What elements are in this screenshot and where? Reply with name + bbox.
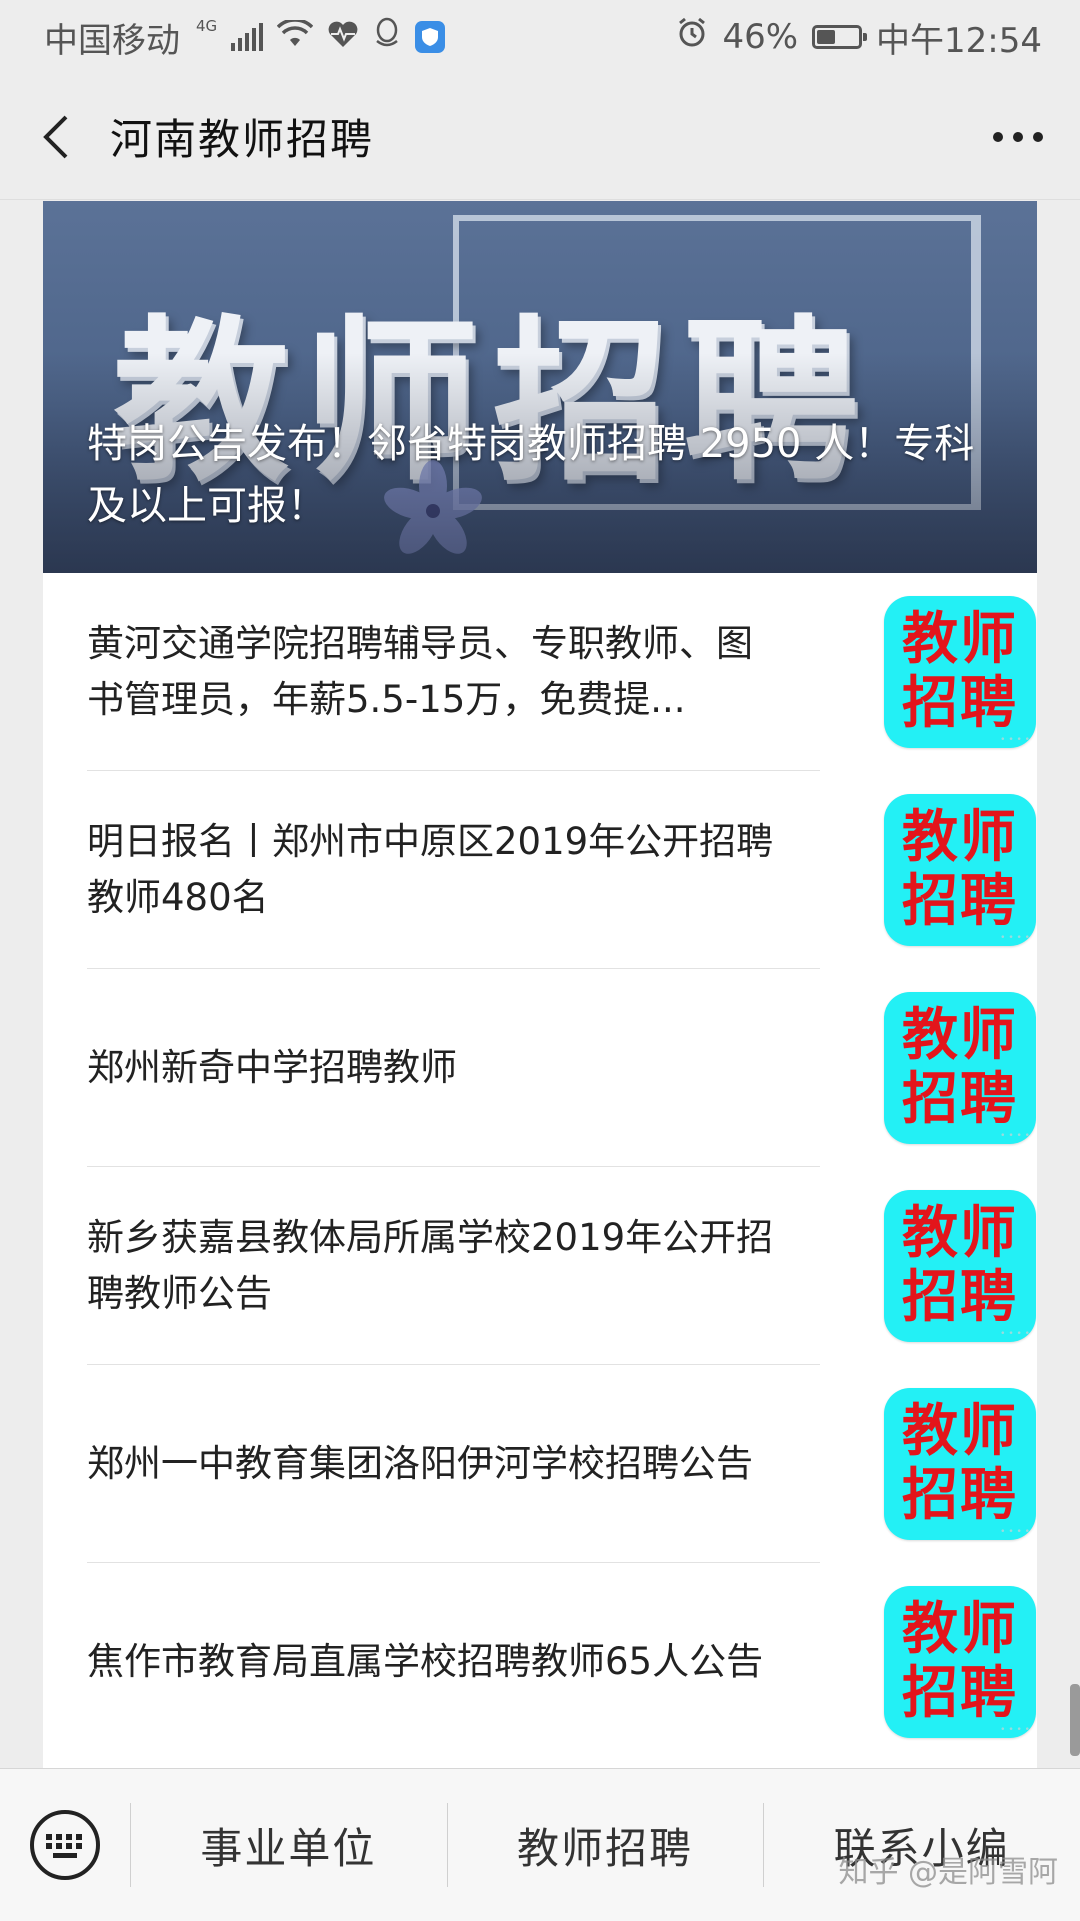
signal-icon (231, 23, 264, 51)
thumbnail-line-1: 教师 (902, 1201, 1018, 1266)
thumbnail-watermark: • • • • (1000, 1725, 1030, 1735)
health-heart-icon (327, 17, 359, 57)
article-title: 黄河交通学院招聘辅导员、专职教师、图书管理员，年薪5.5-15万，免费提... (87, 622, 753, 721)
thumbnail-watermark: • • • • (1000, 1527, 1030, 1537)
thumbnail-line-2: 招聘 (902, 869, 1018, 934)
keyboard-toggle-button[interactable] (0, 1769, 130, 1921)
thumbnail-line-2: 招聘 (902, 1067, 1018, 1132)
thumbnail-line-1: 教师 (902, 607, 1018, 672)
more-button[interactable] (992, 74, 1044, 199)
article-list-item[interactable]: 焦作市教育局直属学校招聘教师65人公告 教师 招聘 • • • • (87, 1563, 1037, 1761)
page-title: 河南教师招聘 (110, 115, 375, 164)
thumbnail-line-2: 招聘 (902, 1661, 1018, 1726)
article-title: 新乡获嘉县教体局所属学校2019年公开招聘教师公告 (87, 1216, 774, 1315)
back-button[interactable] (0, 74, 110, 199)
cover-article-title: 特岗公告发布！邻省特岗教师招聘 2950 人！专科及以上可报！ (87, 421, 975, 529)
keyboard-icon (30, 1810, 100, 1880)
article-list-item[interactable]: 明日报名丨郑州市中原区2019年公开招聘教师480名 教师 招聘 • • • • (87, 771, 1037, 969)
thumbnail-watermark: • • • • (1000, 1329, 1030, 1339)
article-title: 郑州一中教育集团洛阳伊河学校招聘公告 (87, 1442, 753, 1485)
article-list-card: 教师招聘 特岗公告发布！邻省特岗教师招聘 2950 人！专科及以上可报！ 黄河交… (43, 201, 1037, 1768)
article-thumbnail: 教师 招聘 • • • • (884, 1190, 1036, 1342)
thumbnail-line-1: 教师 (902, 1399, 1018, 1464)
article-thumbnail: 教师 招聘 • • • • (884, 992, 1036, 1144)
wifi-icon (276, 17, 314, 57)
clock-time: 中午12:54 (876, 20, 1042, 61)
alarm-icon (676, 17, 708, 58)
article-title: 焦作市教育局直属学校招聘教师65人公告 (87, 1640, 764, 1683)
menu-item-teacher-recruitment[interactable]: 教师招聘 (446, 1769, 764, 1921)
thumbnail-watermark: • • • • (1000, 735, 1030, 745)
thumbnail-line-1: 教师 (902, 805, 1018, 870)
article-thumbnail: 教师 招聘 • • • • (884, 1388, 1036, 1540)
article-thumbnail: 教师 招聘 • • • • (884, 1586, 1036, 1738)
thumbnail-line-2: 招聘 (902, 671, 1018, 736)
article-title: 郑州新奇中学招聘教师 (87, 1046, 457, 1089)
article-list-item[interactable]: 黄河交通学院招聘辅导员、专职教师、图书管理员，年薪5.5-15万，免费提... … (87, 573, 1037, 771)
status-bar: 中国移动 4G 46% 中午12:54 (0, 0, 1080, 74)
thumbnail-line-2: 招聘 (902, 1463, 1018, 1528)
article-list-item[interactable]: 新乡获嘉县教体局所属学校2019年公开招聘教师公告 教师 招聘 • • • • (87, 1167, 1037, 1365)
battery-icon (812, 25, 868, 49)
battery-percent: 46% (722, 17, 799, 57)
article-title: 明日报名丨郑州市中原区2019年公开招聘教师480名 (87, 820, 774, 919)
network-type: 4G (196, 17, 218, 35)
qq-icon (373, 17, 401, 58)
article-thumbnail: 教师 招聘 • • • • (884, 794, 1036, 946)
article-list-item[interactable]: 郑州新奇中学招聘教师 教师 招聘 • • • • (87, 969, 1037, 1167)
thumbnail-watermark: • • • • (1000, 1131, 1030, 1141)
chevron-left-icon (43, 115, 68, 158)
thumbnail-line-2: 招聘 (902, 1265, 1018, 1330)
thumbnail-line-1: 教师 (902, 1003, 1018, 1068)
security-shield-icon (415, 21, 446, 53)
cover-article[interactable]: 教师招聘 特岗公告发布！邻省特岗教师招聘 2950 人！专科及以上可报！ (43, 201, 1037, 573)
article-list: 黄河交通学院招聘辅导员、专职教师、图书管理员，年薪5.5-15万，免费提... … (43, 573, 1037, 1761)
thumbnail-line-1: 教师 (902, 1597, 1018, 1662)
scrollbar[interactable] (1070, 1684, 1080, 1756)
more-dots-icon (993, 131, 1043, 142)
nav-bar: 河南教师招聘 (0, 74, 1080, 200)
thumbnail-watermark: • • • • (1000, 933, 1030, 943)
zhihu-watermark: 知乎 @是阿雪阿 (838, 1855, 1058, 1890)
article-list-item[interactable]: 郑州一中教育集团洛阳伊河学校招聘公告 教师 招聘 • • • • (87, 1365, 1037, 1563)
menu-item-contact-editor[interactable]: 联系小编 (763, 1769, 1080, 1921)
carrier-name: 中国移动 (44, 20, 180, 61)
article-thumbnail: 教师 招聘 • • • • (884, 596, 1036, 748)
bottom-menu-bar: 事业单位 教师招聘 联系小编 知乎 @是阿雪阿 (0, 1768, 1080, 1921)
menu-item-public-institution[interactable]: 事业单位 (130, 1769, 447, 1921)
